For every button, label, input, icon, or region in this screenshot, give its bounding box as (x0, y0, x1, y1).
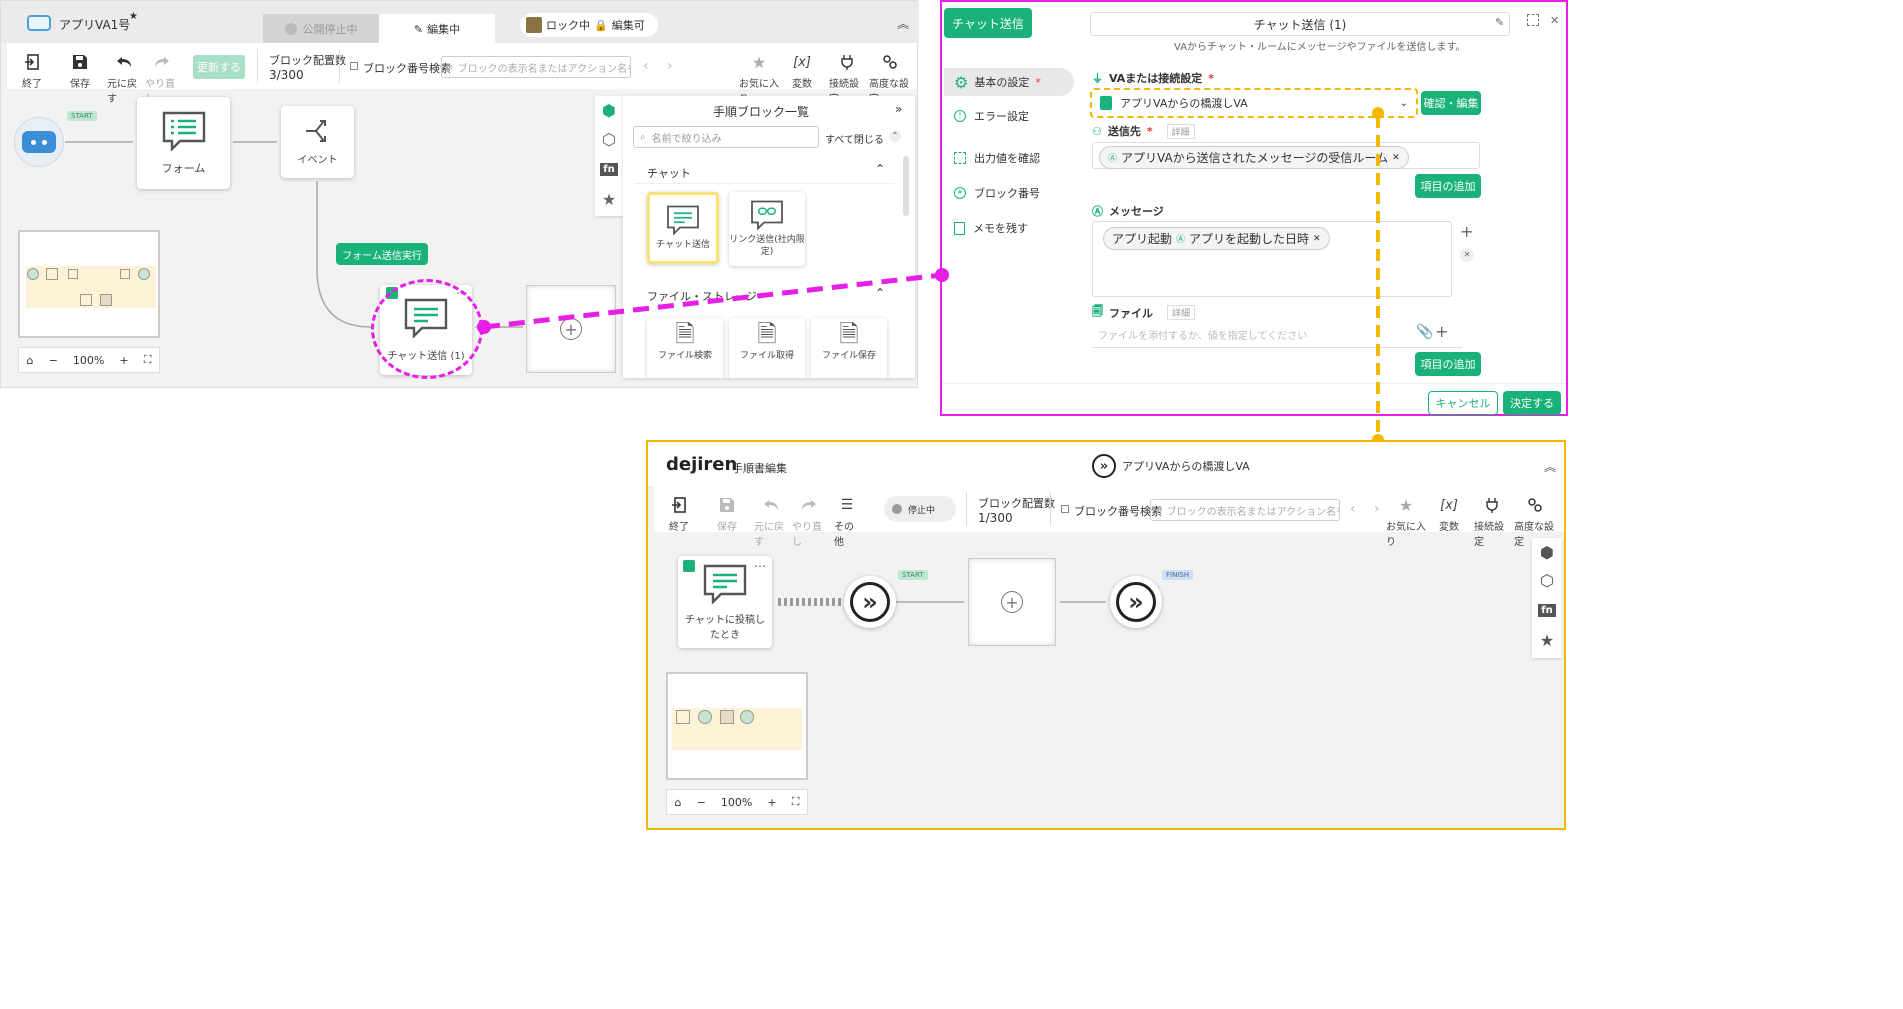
finish-badge: FINISH (1162, 570, 1194, 580)
bridge-icon: » (1116, 582, 1156, 622)
finish-bridge-node[interactable]: » (1110, 576, 1162, 628)
gears-icon (1527, 492, 1543, 518)
start-bridge-node[interactable]: » (844, 576, 896, 628)
block-number-checkbox[interactable] (1061, 505, 1069, 513)
search-icon: ⌕ (1157, 504, 1163, 516)
bottom-editor: dejiren 手順書編集 » アプリVAからの橋渡しVA ︽ 終了 保存 元に… (646, 440, 1566, 830)
star-icon: ★ (1398, 495, 1414, 515)
favorite-button[interactable]: ★ お気に入り (1386, 492, 1426, 549)
home-icon[interactable]: ⌂ (675, 796, 682, 809)
other-button[interactable]: ☰ その他 (834, 492, 860, 548)
toolbar-divider (966, 492, 967, 526)
toggle-knob-icon (892, 504, 902, 514)
redo-button[interactable]: やり直し (792, 492, 826, 548)
save-button[interactable]: 保存 (714, 492, 740, 533)
connection-button[interactable]: 接続設定 (1474, 492, 1510, 548)
toolbar-divider (1050, 492, 1051, 526)
dejiren-mark-icon (683, 560, 695, 572)
bridge-icon: » (850, 582, 890, 622)
variable-button[interactable]: [x] 変数 (1436, 492, 1462, 534)
zoom-in-button[interactable]: + (767, 796, 776, 809)
dejiren-logo: dejiren (666, 454, 738, 475)
fullscreen-icon[interactable]: ⛶ (792, 795, 800, 809)
block-count-label: ブロック配置数 (978, 497, 1055, 510)
zoom-level: 100% (720, 795, 753, 809)
collapse-chevron-icon[interactable]: ︽ (1544, 458, 1556, 475)
zoom-controls: ⌂ − 100% + ⛶ (666, 789, 808, 815)
block-search-input[interactable]: ⌕ ブロックの表示名またはアクション名を (1150, 499, 1340, 521)
block-count: 1/300 (978, 511, 1013, 525)
bridge-icon: » (1092, 454, 1116, 478)
cube-add-icon[interactable]: ⬡ (1535, 568, 1559, 592)
subtitle: 手順書編集 (732, 462, 787, 475)
exit-button[interactable]: 終了 (666, 492, 692, 533)
chat-icon (703, 564, 747, 607)
variable-icon: [x] (1440, 497, 1458, 513)
minimap[interactable] (666, 672, 808, 780)
add-block-slot[interactable]: + (968, 558, 1056, 646)
function-icon[interactable]: fn (1535, 598, 1559, 622)
exit-icon (671, 492, 687, 518)
menu-icon: ☰ (840, 497, 854, 513)
undo-button[interactable]: 元に戻す (754, 492, 788, 548)
flow-title: » アプリVAからの橋渡しVA (1092, 454, 1250, 478)
zoom-out-button[interactable]: − (697, 796, 706, 809)
star-icon[interactable]: ★ (1535, 628, 1559, 652)
start-badge: START (898, 570, 928, 580)
plus-circle-icon: + (1001, 591, 1023, 613)
undo-icon (763, 492, 779, 518)
next-icon[interactable]: › (1374, 501, 1380, 517)
plug-icon (1485, 492, 1499, 518)
stopped-toggle[interactable]: 停止中 (884, 496, 956, 522)
more-icon[interactable]: … (754, 556, 766, 570)
redo-icon (801, 492, 817, 518)
block-number-search-label: ブロック番号検索 (1074, 505, 1162, 518)
prev-icon[interactable]: ‹ (1350, 501, 1356, 517)
save-icon (719, 492, 735, 518)
cube-icon[interactable]: ⬢ (1535, 540, 1559, 564)
